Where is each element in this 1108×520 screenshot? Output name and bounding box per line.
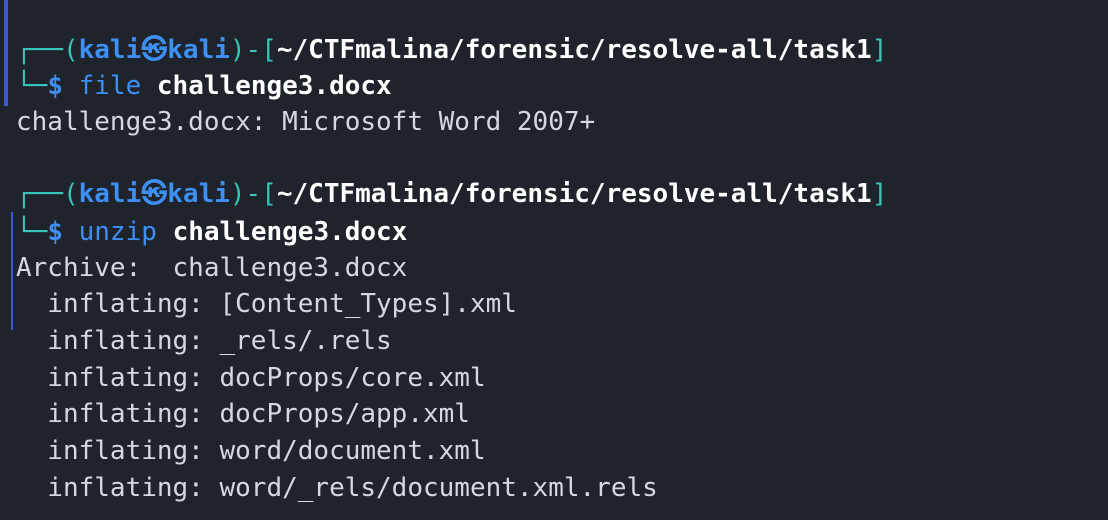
selection-guide-bar — [4, 0, 8, 106]
output-line: challenge3.docx: Microsoft Word 2007+ — [16, 107, 596, 137]
command-line-1: └─$ file challenge3.docx — [16, 68, 392, 104]
prompt-dash: - — [245, 179, 262, 209]
prompt-user: kali — [78, 35, 142, 65]
command-name: file — [78, 71, 142, 101]
prompt-header-1: ┌──(kali㉿kali)-[~/CTFmalina/forensic/res… — [16, 32, 887, 68]
prompt-close-bracket: ] — [871, 35, 888, 65]
output-line: inflating: word/document.xml — [16, 436, 486, 466]
output-line: inflating: word/_rels/document.xml.rels — [16, 473, 658, 503]
command-argument: challenge3.docx — [156, 71, 392, 101]
command-name: unzip — [78, 217, 157, 247]
prompt-dollar: $ — [47, 71, 63, 101]
output-line: inflating: _rels/.rels — [16, 326, 392, 356]
prompt-open-paren: ( — [62, 179, 79, 209]
prompt-open-paren: ( — [62, 35, 79, 65]
terminal-window[interactable]: ┌──(kali㉿kali)-[~/CTFmalina/forensic/res… — [0, 0, 1108, 520]
prompt-dollar: $ — [47, 217, 63, 247]
output-line: inflating: [Content_Types].xml — [16, 289, 517, 319]
output-line: inflating: docProps/app.xml — [16, 399, 470, 429]
output-line: inflating: docProps/core.xml — [16, 363, 486, 393]
prompt-at-icon: ㉿ — [141, 179, 168, 209]
prompt-close-paren: ) — [229, 179, 246, 209]
prompt-open-bracket: [ — [261, 179, 277, 209]
prompt-host: kali — [167, 35, 230, 65]
command-line-2: └─$ unzip challenge3.docx — [16, 214, 407, 250]
prompt-box-top: ┌── — [16, 35, 63, 65]
scope-guide-line — [11, 212, 13, 330]
prompt-user: kali — [78, 179, 142, 209]
prompt-at-icon: ㉿ — [141, 35, 168, 65]
prompt-box-bottom: └─ — [16, 217, 48, 247]
prompt-host: kali — [167, 179, 230, 209]
prompt-path: ~/CTFmalina/forensic/resolve-all/task1 — [276, 35, 872, 65]
prompt-box-top: ┌── — [16, 179, 63, 209]
prompt-dash: - — [245, 35, 262, 65]
prompt-box-bottom: └─ — [16, 71, 48, 101]
prompt-path: ~/CTFmalina/forensic/resolve-all/task1 — [276, 179, 872, 209]
prompt-close-bracket: ] — [871, 179, 888, 209]
prompt-header-2: ┌──(kali㉿kali)-[~/CTFmalina/forensic/res… — [16, 176, 887, 212]
output-line: Archive: challenge3.docx — [16, 253, 408, 283]
prompt-close-paren: ) — [229, 35, 246, 65]
command-argument: challenge3.docx — [172, 217, 408, 247]
prompt-open-bracket: [ — [261, 35, 277, 65]
